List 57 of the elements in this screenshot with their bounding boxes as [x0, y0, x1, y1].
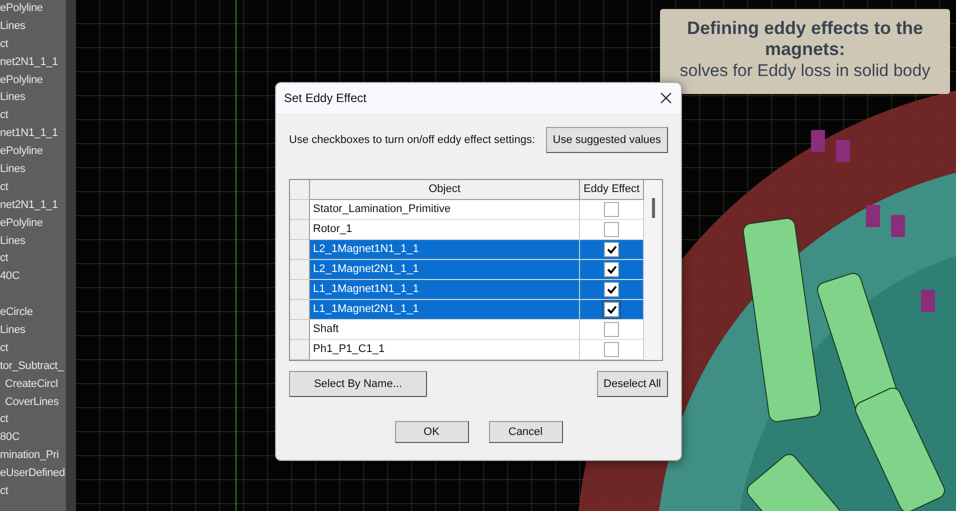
object-cell[interactable]: Stator_Lamination_Primitive	[310, 200, 580, 220]
object-cell[interactable]: L2_1Magnet2N1_1_1	[310, 260, 580, 280]
object-cell[interactable]: Rotor_1	[310, 220, 580, 240]
row-header[interactable]	[290, 200, 310, 220]
tree-item[interactable]: ct	[0, 178, 66, 197]
tree-item[interactable]: ePolyline	[0, 0, 66, 18]
row-header[interactable]	[290, 260, 310, 280]
tree-item[interactable]: ePolyline	[0, 214, 66, 233]
tree-item[interactable]: ct	[0, 411, 66, 430]
tree-item[interactable]: eCircle	[0, 304, 66, 322]
tree-item[interactable]: ct	[0, 340, 66, 358]
row-header[interactable]	[290, 300, 310, 320]
row-header[interactable]	[290, 340, 310, 360]
tree-item[interactable]: ct	[0, 250, 66, 268]
cancel-button[interactable]: Cancel	[488, 421, 562, 443]
row-header[interactable]	[290, 320, 310, 340]
instruction-text: Use checkboxes to turn on/off eddy effect settings:	[289, 134, 536, 146]
deselect-all-button[interactable]: Deselect All	[596, 371, 668, 397]
tree-item[interactable]: Lines	[0, 161, 66, 179]
tree-item[interactable]: tor_Subtract_	[0, 358, 66, 376]
annotation-title: Defining eddy effects to the magnets:	[686, 18, 924, 60]
tree-item[interactable]: net1N1_1_1	[0, 125, 66, 144]
table-corner	[290, 180, 310, 200]
tree-item[interactable]: ePolyline	[0, 143, 66, 162]
tree-item[interactable]: 80C	[0, 429, 66, 448]
tree-item[interactable]: Lines	[0, 232, 66, 250]
row-header[interactable]	[290, 280, 310, 300]
tree-item[interactable]: CoverLines	[0, 394, 66, 412]
tree-item[interactable]: net2N1_1_1	[0, 54, 66, 72]
tree-item[interactable]: ct	[0, 483, 66, 501]
close-icon[interactable]	[660, 92, 672, 104]
annotation-subtitle: solves for Eddy loss in solid body	[678, 60, 932, 82]
select-by-name-button[interactable]: Select By Name...	[289, 371, 427, 397]
column-header: Eddy Effect	[580, 180, 644, 200]
tree-item[interactable]: mination_Pri	[0, 447, 66, 466]
object-cell[interactable]: Shaft	[310, 320, 580, 340]
dialog-title: Set Eddy Effect	[284, 91, 366, 105]
tree-item[interactable]: eUserDefined	[0, 465, 66, 484]
tree-item[interactable]: ePolyline	[0, 72, 66, 90]
row-header[interactable]	[290, 220, 310, 240]
object-cell[interactable]: L1_1Magnet2N1_1_1	[310, 300, 580, 320]
tree-item[interactable]: Lines	[0, 322, 66, 340]
tree-item[interactable]: CreateCircl	[0, 376, 66, 394]
scrollbar[interactable]	[644, 180, 662, 360]
tree-item[interactable]: Lines	[0, 18, 66, 36]
object-cell[interactable]: L1_1Magnet1N1_1_1	[310, 280, 580, 300]
row-header[interactable]	[290, 240, 310, 260]
column-header: Object	[310, 180, 580, 200]
tree-item[interactable]: 40C	[0, 268, 66, 286]
tree-item[interactable]: ct	[0, 36, 66, 54]
object-cell[interactable]: L2_1Magnet1N1_1_1	[310, 240, 580, 260]
use-suggested-values-button[interactable]: Use suggested values	[546, 127, 668, 153]
ok-button[interactable]: OK	[394, 421, 468, 443]
object-cell[interactable]: Ph1_P1_C1_1	[310, 340, 580, 360]
tree-item[interactable]: net2N1_1_1	[0, 196, 66, 215]
tree-item[interactable]: ct	[0, 107, 66, 126]
tree-item[interactable]: Lines	[0, 89, 66, 108]
